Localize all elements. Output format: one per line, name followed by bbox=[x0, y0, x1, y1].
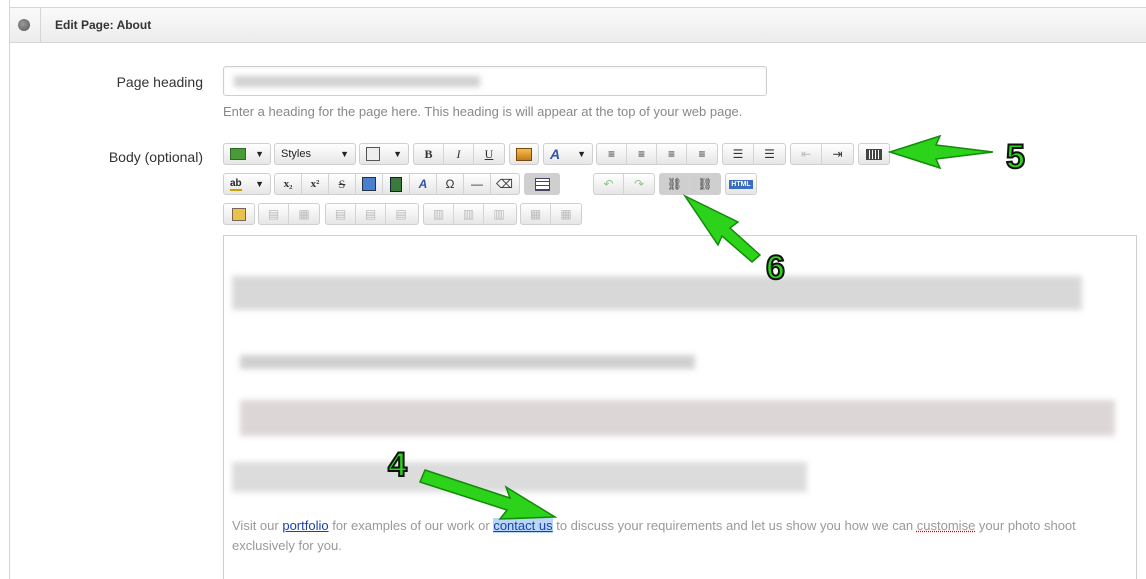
annotation-arrows bbox=[418, 134, 994, 520]
annotation-label-5: 5 bbox=[1005, 137, 1026, 177]
annotation-label-6: 6 bbox=[765, 248, 786, 288]
annotation-label-4: 4 bbox=[387, 445, 408, 485]
arrow-5 bbox=[887, 134, 994, 170]
arrow-4 bbox=[418, 469, 558, 520]
arrow-6 bbox=[682, 194, 762, 263]
